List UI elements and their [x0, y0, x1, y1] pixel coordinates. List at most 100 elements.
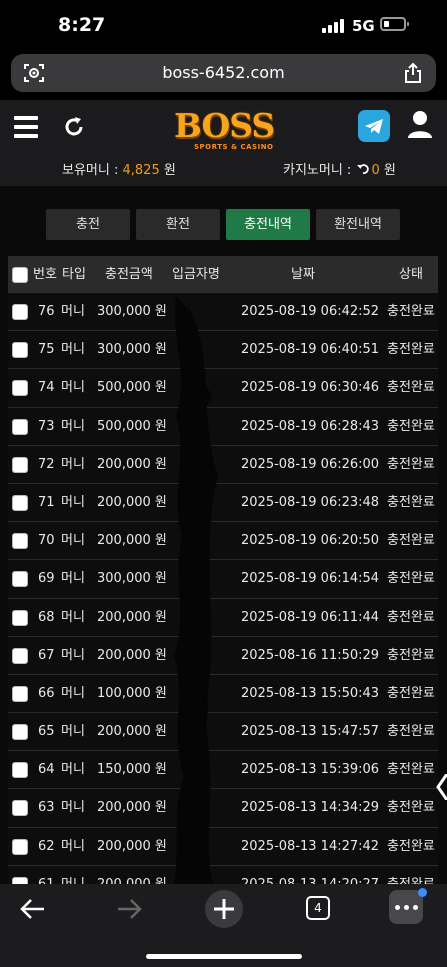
cell-status: 충전완료: [387, 571, 435, 587]
undo-icon[interactable]: [357, 163, 370, 175]
cell-no: 63: [38, 800, 55, 816]
cell-date: 2025-08-13 15:39:06: [241, 762, 380, 778]
row-checkbox[interactable]: [12, 533, 28, 550]
site-header: BOSS SPORTS & CASINO 보유머니 : 4,825 원 카지노머…: [0, 100, 447, 186]
row-checkbox[interactable]: [12, 762, 28, 779]
tab-charge[interactable]: 충전: [46, 209, 130, 240]
cell-status: 충전완료: [387, 800, 435, 816]
forward-icon[interactable]: [116, 898, 142, 920]
header-type: 타입: [62, 267, 86, 282]
cell-amount: 500,000 원: [97, 380, 167, 396]
cell-type: 머니: [61, 838, 85, 854]
cell-amount: 200,000 원: [97, 533, 167, 549]
row-checkbox[interactable]: [12, 418, 28, 435]
cell-amount: 200,000 원: [97, 866, 167, 884]
cell-type: 머니: [61, 762, 85, 778]
cell-status: 충전완료: [387, 342, 435, 358]
cell-amount: 200,000 원: [97, 494, 167, 510]
cell-date: 2025-08-19 06:20:50: [241, 533, 380, 549]
row-checkbox[interactable]: [12, 685, 28, 702]
row-checkbox[interactable]: [12, 380, 28, 397]
tab-exchange[interactable]: 환전: [136, 209, 220, 240]
boss-logo[interactable]: BOSS SPORTS & CASINO: [170, 104, 282, 156]
table-header: 번호 타입 충전금액 입금자명 날짜 상태: [8, 256, 438, 293]
cell-no: 69: [38, 571, 55, 587]
tab-switcher-button[interactable]: 4: [306, 896, 330, 920]
cell-amount: 300,000 원: [97, 571, 167, 587]
cell-no: 75: [38, 342, 55, 358]
row-checkbox[interactable]: [12, 571, 28, 588]
row-checkbox[interactable]: [12, 609, 28, 626]
row-checkbox[interactable]: [12, 456, 28, 473]
cell-type: 머니: [61, 647, 85, 663]
select-all-checkbox[interactable]: [12, 267, 28, 283]
new-tab-button[interactable]: [205, 890, 243, 928]
cell-type: 머니: [61, 571, 85, 587]
cell-status: 충전완료: [387, 724, 435, 740]
cell-type: 머니: [61, 685, 85, 701]
cell-date: 2025-08-19 06:28:43: [241, 418, 380, 434]
row-checkbox[interactable]: [12, 800, 28, 817]
cell-no: 72: [38, 456, 55, 472]
cell-date: 2025-08-19 06:26:00: [241, 456, 380, 472]
cell-no: 76: [38, 304, 55, 319]
cell-date: 2025-08-19 06:23:48: [241, 494, 380, 510]
cell-no: 67: [38, 647, 55, 663]
cell-date: 2025-08-13 14:34:29: [241, 800, 380, 816]
cell-amount: 200,000 원: [97, 724, 167, 740]
cell-status: 충전완료: [387, 533, 435, 549]
cell-status: 충전완료: [387, 866, 435, 884]
row-checkbox[interactable]: [12, 647, 28, 664]
balance-row: 보유머니 : 4,825 원 카지노머니 : 0 원: [0, 159, 447, 178]
cell-type: 머니: [61, 866, 85, 884]
row-checkbox[interactable]: [12, 724, 28, 741]
cell-type: 머니: [61, 342, 85, 358]
cell-date: 2025-08-19 06:40:51: [241, 342, 380, 358]
chevron-left-icon[interactable]: [436, 774, 447, 800]
cell-no: 62: [38, 838, 55, 854]
row-checkbox[interactable]: [12, 876, 28, 884]
logo-subtext: SPORTS & CASINO: [194, 143, 274, 151]
menu-icon[interactable]: [14, 116, 38, 138]
signal-icon: [322, 19, 344, 33]
cell-amount: 200,000 원: [97, 647, 167, 663]
network-label: 5G: [352, 17, 375, 35]
cell-type: 머니: [61, 456, 85, 472]
cell-date: 2025-08-13 14:20:27: [241, 866, 379, 884]
row-checkbox[interactable]: [12, 304, 28, 320]
cell-amount: 100,000 원: [97, 685, 167, 701]
address-bar[interactable]: boss-6452.com: [11, 54, 436, 92]
main-content: 충전 환전 충전내역 환전내역 번호 타입 충전금액 입금자명 날짜 상태 76…: [0, 186, 447, 884]
cell-no: 71: [38, 494, 55, 510]
cell-status: 충전완료: [387, 838, 435, 854]
cell-type: 머니: [61, 494, 85, 510]
row-checkbox[interactable]: [12, 838, 28, 855]
cell-date: 2025-08-13 15:47:57: [241, 724, 380, 740]
header-depositor: 입금자명: [172, 267, 220, 282]
cell-no: 70: [38, 533, 55, 549]
header-no: 번호: [33, 267, 57, 282]
refresh-icon[interactable]: [62, 115, 86, 139]
cell-amount: 300,000 원: [97, 304, 167, 319]
cell-date: 2025-08-16 11:50:29: [241, 647, 380, 663]
logo-text: BOSS: [174, 106, 275, 145]
cell-amount: 200,000 원: [97, 838, 167, 854]
cell-type: 머니: [61, 533, 85, 549]
cell-status: 충전완료: [387, 685, 435, 701]
tab-charge-history[interactable]: 충전내역: [226, 209, 310, 240]
row-checkbox[interactable]: [12, 342, 28, 359]
cell-date: 2025-08-13 14:27:42: [241, 838, 380, 854]
tab-exchange-history[interactable]: 환전내역: [316, 209, 400, 240]
cell-no: 73: [38, 418, 55, 434]
redaction-mark: [174, 296, 218, 884]
telegram-icon[interactable]: [358, 110, 390, 142]
row-checkbox[interactable]: [12, 494, 28, 511]
cell-date: 2025-08-19 06:30:46: [241, 380, 380, 396]
cell-date: 2025-08-19 06:11:44: [241, 609, 380, 625]
user-icon[interactable]: [408, 110, 432, 140]
cell-no: 61: [38, 866, 55, 884]
back-icon[interactable]: [20, 898, 46, 920]
url-text[interactable]: boss-6452.com: [11, 63, 436, 82]
cell-status: 충전완료: [387, 456, 435, 472]
share-icon[interactable]: [404, 62, 422, 84]
